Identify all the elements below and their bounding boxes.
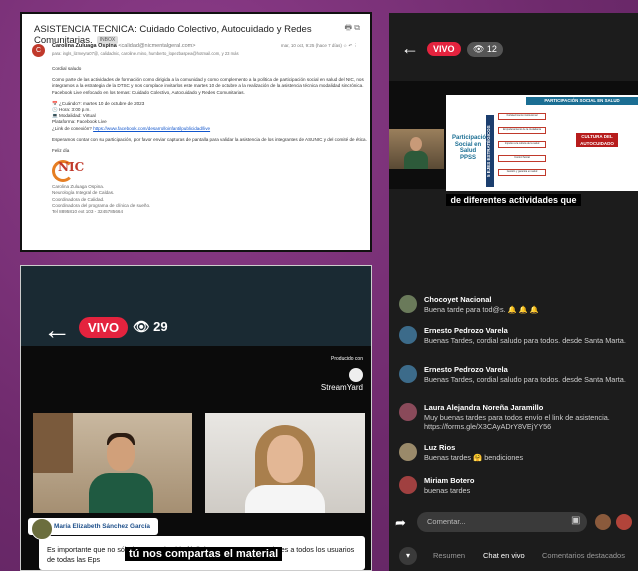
email-recipients: para: ingls_lizmeyra07@, calidadnic, car… [52,51,239,56]
user-avatar [399,476,417,494]
comment-input[interactable]: Comentar... [417,512,587,532]
email-date: mar, 10 oct, 9:25 (hace 7 días) ☆ ↶ ⋮ [280,43,359,48]
streamyard-logo: StreamYard [321,368,363,392]
paragraph: Como parte de las actividades de formaci… [52,77,364,95]
event-lines: 📅 ¿Cuándo?: martes 10 de octubre de 2023… [52,100,211,131]
slide-header: PARTICIPACIÓN SOCIAL EN SALUD [526,97,638,105]
user-avatar [399,326,417,344]
reply-icon: ↶ [348,43,353,48]
participant-video-man [33,413,192,513]
slide-box: Empoderamiento de la ciudadanía [498,127,546,134]
live-chat-panel: Chocoyet Nacional Buena tarde para tod@s… [389,213,638,571]
viewer-count: 👁 12 [467,42,503,57]
live-badge: VIVO [427,42,461,56]
user-avatar [399,443,417,461]
user-avatar [399,365,417,383]
participant-video-woman [205,413,365,513]
slide-box: Gestión y garantía en salud [498,169,546,176]
speaker-nameplate: María Elizabeth Sánchez García [28,518,158,540]
back-arrow-icon[interactable]: ← [43,316,71,344]
slide-left-title: Participación Social en Salud PPSS [452,135,490,161]
signature: Carolina Zuluaga Ospina. Neurología Inte… [52,184,151,215]
back-arrow-icon[interactable]: ← [401,39,419,57]
chevron-down-icon[interactable]: ▾ [399,547,417,565]
salute: Cordial saludo [52,66,82,71]
sender-name: Carolina Zuluaga Ospina <calidad@nicment… [52,43,196,49]
facebook-live-link[interactable]: https://www.facebook.com/desarrolloinfan… [93,126,210,131]
streamyard-icon [349,368,363,382]
more-icon: ⋮ [353,43,359,48]
speaker-avatar [31,518,53,540]
email-body: Cordial saludo Como parte de las activid… [52,66,367,215]
slide-cultura-box: CULTURA DEL AUTOCUIDADO [576,133,618,147]
video-stage[interactable]: PARTICIPACIÓN SOCIAL EN SALUD Participac… [389,81,638,191]
tab-comentarios-destacados[interactable]: Comentarios destacados [542,551,625,560]
slide-box: Control Social [498,155,546,162]
presenter-camera [389,129,444,169]
slide-box: Fortalecimiento institucional [498,113,546,120]
tab-chat-en-vivo[interactable]: Chat en vivo [483,551,525,560]
live-caption: tú nos compartas el material [125,547,283,561]
avatar[interactable] [595,514,611,530]
print-icon[interactable]: 🖶 ⧉ [345,22,361,36]
tab-resumen[interactable]: Resumen [433,551,465,560]
feliz-dia: Feliz día [52,148,70,154]
share-icon[interactable]: ➦ [395,515,406,531]
comment-composer: ➦ Comentar... ▣ [395,512,638,534]
presentation-live-panel: ← VIVO 👁 12 PARTICIPACIÓN SOCIAL EN SALU… [389,13,638,213]
viewer-count: 👁 29 [133,319,168,334]
slide: PARTICIPACIÓN SOCIAL EN SALUD Participac… [446,95,638,191]
live-caption: de diferentes actividades que [389,190,638,208]
slide-note [570,155,636,167]
slide-box: Impulso a la cultura de la salud [498,141,546,148]
email-screenshot-panel: ASISTENCIA TECNICA: Cuidado Colectivo, A… [20,12,372,252]
sender-avatar: C [32,44,45,57]
camera-live-panel: ← VIVO 👁 29 Producido con StreamYard Es … [20,265,372,571]
avatar[interactable] [616,514,632,530]
user-avatar [399,295,417,313]
chat-tabs: ▾ Resumen Chat en vivo Comentarios desta… [399,546,638,566]
nic-logo: NIC [52,160,92,183]
star-icon: ☆ [343,43,348,48]
user-avatar [399,403,417,421]
produced-with-label: Producido con [331,356,363,362]
sticker-icon[interactable]: ▣ [571,515,580,526]
live-badge: VIVO [79,317,129,338]
slide-vertical-title: 5 EJES ESTRATÉGICOS [486,115,494,187]
closing-paragraph: Esperamos contar con su participación, p… [52,136,367,142]
